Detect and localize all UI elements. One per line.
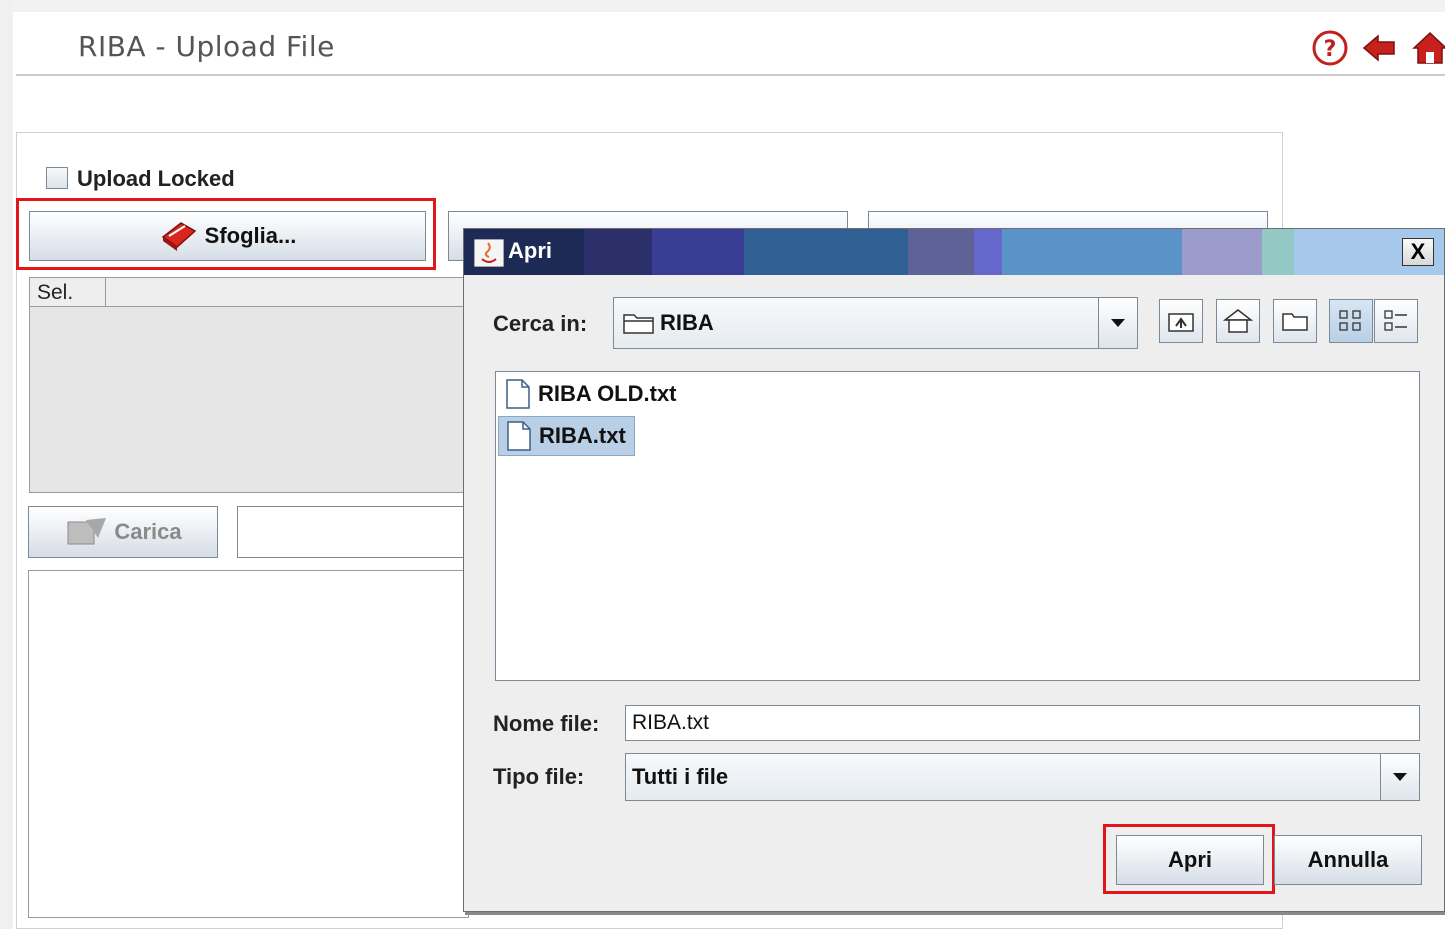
file-name: RIBA OLD.txt [538,381,677,406]
file-type-value: Tutti i file [632,764,729,789]
open-label: Apri [1168,847,1212,872]
help-icon[interactable]: ? [1312,30,1348,66]
file-table [29,277,469,493]
chevron-down-icon [1111,319,1125,327]
carica-button[interactable]: Carica [28,506,218,558]
look-in-dropdown[interactable] [1098,298,1137,348]
home-icon[interactable] [1412,30,1445,66]
upload-locked-label: Upload Locked [77,166,235,191]
home-folder-button[interactable] [1216,299,1260,343]
home-folder-icon [1223,309,1253,333]
browse-icon [161,222,196,251]
file-icon [506,379,530,409]
file-name-field[interactable] [625,705,1420,741]
svg-text:?: ? [1324,37,1337,62]
top-strip [0,0,1445,12]
cancel-label: Annulla [1307,847,1389,872]
look-in-select[interactable]: RIBA [613,297,1138,349]
dialog-titlebar[interactable] [464,229,1444,275]
carica-label: Carica [114,519,182,544]
back-icon[interactable] [1362,30,1398,66]
table-header-sel[interactable]: Sel. [29,277,106,307]
look-in-label: Cerca in: [493,311,588,336]
up-folder-button[interactable] [1159,299,1203,343]
dialog-title: Apri [508,238,552,263]
log-area [28,570,469,918]
close-icon: X [1410,239,1426,264]
close-button[interactable]: X [1402,238,1434,266]
list-item-selected[interactable]: RIBA.txt [498,416,635,456]
file-type-select[interactable]: Tutti i file [625,753,1420,801]
file-name-label: Nome file: [493,711,600,736]
sfoglia-button[interactable]: Sfoglia... [29,211,426,261]
list-view-icon [1339,310,1361,331]
open-file-dialog: Apri X Cerca in: RIBA RIBA OLD.txt RIBA.… [463,228,1445,912]
file-icon [507,421,531,451]
details-view-button[interactable] [1374,299,1418,343]
cancel-button[interactable]: Annulla [1274,835,1422,885]
up-folder-icon [1168,313,1194,332]
open-button[interactable]: Apri [1116,835,1264,885]
folder-icon [623,314,654,334]
look-in-value: RIBA [660,310,714,335]
chevron-down-icon [1393,773,1407,781]
upload-icon [67,518,107,545]
file-name: RIBA.txt [539,423,626,448]
left-bar [0,0,13,929]
file-list[interactable]: RIBA OLD.txt RIBA.txt [495,371,1420,681]
progress-field [237,506,469,558]
file-type-dropdown[interactable] [1380,754,1419,800]
sfoglia-label: Sfoglia... [204,223,297,248]
new-folder-icon [1282,313,1308,331]
page-title: RIBA - Upload File [78,30,335,63]
list-item[interactable]: RIBA OLD.txt [498,374,685,414]
details-view-icon [1384,310,1407,331]
upload-locked-checkbox[interactable] [46,167,68,189]
new-folder-button[interactable] [1273,299,1317,343]
file-type-label: Tipo file: [493,764,585,789]
java-icon [474,239,504,267]
list-view-button[interactable] [1329,299,1373,343]
